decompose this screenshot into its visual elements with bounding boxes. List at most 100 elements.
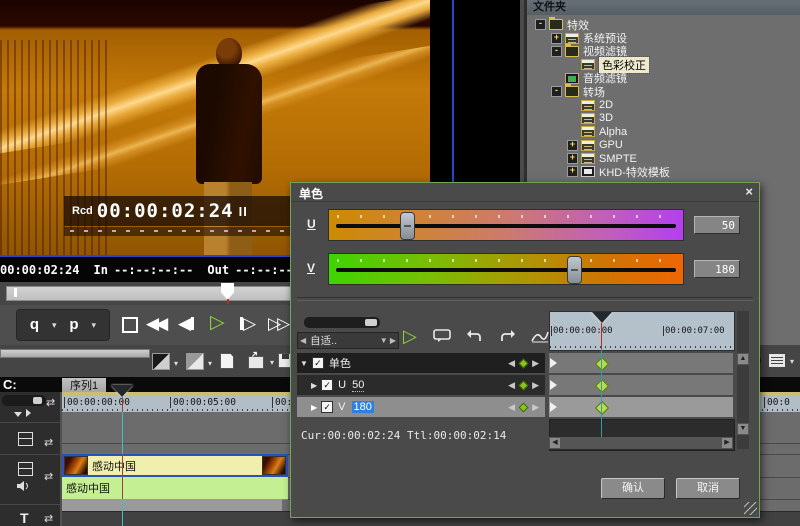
set-in-point-button[interactable]: q — [30, 310, 39, 340]
add-keyframe-icon[interactable] — [519, 358, 529, 368]
next-keyframe-icon[interactable]: ▶ — [532, 402, 539, 413]
curve-editor-icon[interactable] — [531, 330, 549, 343]
kf-vertical-scrollbar[interactable]: ▲ ▼ — [737, 311, 749, 449]
rewind-button[interactable]: ◀◀ — [146, 309, 164, 339]
keyframe-ruler[interactable]: 00:00:00:00 00:00:07:00 — [549, 311, 735, 351]
row-checkbox[interactable]: ✓ — [321, 401, 333, 413]
expand-icon[interactable]: + — [567, 153, 578, 164]
collapse-icon[interactable]: - — [551, 46, 562, 57]
confirm-button[interactable]: 确认 — [601, 478, 665, 499]
expand-icon[interactable]: + — [567, 166, 578, 177]
tree-item-effects[interactable]: - 特效 — [527, 18, 800, 31]
scroll-up-icon[interactable]: ▲ — [737, 353, 749, 365]
preset-dropdown[interactable]: ◀ 自适.. ▼ ▶ — [297, 332, 399, 349]
step-back-button[interactable]: ◀ — [178, 309, 194, 339]
prev-keyframe-icon[interactable]: ◀ — [508, 402, 515, 413]
close-icon[interactable]: × — [745, 184, 753, 199]
video-track-icon[interactable] — [18, 432, 33, 446]
expand-icon[interactable]: + — [567, 140, 578, 151]
row-expand-icon[interactable]: ▶ — [311, 403, 317, 412]
tree-item-2d[interactable]: 2D — [527, 98, 800, 111]
title-track-icon[interactable]: T — [20, 510, 29, 526]
undo-icon[interactable] — [467, 330, 483, 343]
timeline-playhead-handle[interactable] — [111, 385, 133, 397]
add-keyframe-icon[interactable] — [519, 402, 529, 412]
fast-forward-button[interactable]: ▷▷ — [268, 309, 286, 339]
timeline-zoom-slider[interactable] — [2, 395, 46, 406]
tree-item-gpu[interactable]: + GPU — [527, 139, 800, 152]
tree-item-3d[interactable]: 3D — [527, 112, 800, 125]
u-value-field[interactable]: 50 — [694, 216, 740, 234]
step-forward-button[interactable]: ▷ — [240, 309, 256, 339]
prev-keyframe-icon[interactable]: ◀ — [508, 380, 515, 391]
expand-tracks-icon[interactable] — [14, 408, 31, 420]
dialog-title-bar[interactable]: 单色 × — [291, 183, 759, 202]
u-slider-thumb[interactable] — [400, 212, 415, 240]
kf-track-monochrome[interactable] — [549, 353, 733, 373]
keyframe-diamond[interactable] — [595, 401, 609, 415]
tree-item-transitions[interactable]: - 转场 — [527, 85, 800, 98]
keyframe-diamond[interactable] — [595, 379, 609, 393]
keyframe-row-u[interactable]: ▶ ✓ U 50 ◀ ▶ — [297, 375, 545, 395]
u-gradient-slider[interactable] — [328, 209, 684, 241]
next-keyframe-icon[interactable]: ▶ — [532, 380, 539, 391]
next-keyframe-icon[interactable]: ▶ — [532, 358, 539, 369]
stop-button[interactable] — [122, 317, 138, 333]
row-value-selected[interactable]: 180 — [352, 401, 374, 413]
video-clip[interactable]: 感动中国 — [62, 454, 288, 477]
snap-magnet-icon[interactable]: C: — [3, 377, 17, 392]
kf-playhead-handle[interactable] — [592, 312, 612, 323]
swap-arrows-icon[interactable]: ⇄ — [44, 436, 53, 449]
keyframe-zoom-slider[interactable] — [304, 317, 380, 328]
new-sequence-icon[interactable]: ▾ — [220, 353, 234, 369]
out-point-dropdown-icon[interactable]: ▾ — [92, 320, 97, 331]
dialog-resize-grip[interactable] — [744, 502, 757, 515]
video-track-icon[interactable] — [18, 462, 33, 476]
row-collapse-icon[interactable]: ▼ — [300, 359, 308, 368]
panel-splitter[interactable] — [0, 349, 150, 358]
row-expand-icon[interactable]: ▶ — [311, 381, 317, 390]
v-gradient-slider[interactable] — [328, 253, 684, 285]
play-button[interactable]: ▷ — [210, 308, 225, 338]
audio-clip[interactable]: 感动中国 — [62, 477, 288, 500]
keyframe-row-v[interactable]: ▶ ✓ V 180 ◀ ▶ — [297, 397, 545, 417]
speaker-icon[interactable] — [16, 480, 30, 492]
row-value[interactable]: 50 — [352, 379, 364, 392]
redo-icon[interactable] — [499, 330, 515, 343]
mixer-mode-icon[interactable]: ▾ — [152, 353, 170, 370]
tree-item-system-presets[interactable]: + 系统预设 — [527, 31, 800, 44]
expand-icon[interactable]: + — [551, 33, 562, 44]
tree-item-audio-filters[interactable]: 音频滤镜 — [527, 72, 800, 85]
collapse-icon[interactable]: - — [535, 19, 546, 30]
comment-bubble-icon[interactable] — [433, 329, 451, 343]
tree-item-video-filters[interactable]: - 视频滤镜 — [527, 45, 800, 58]
cancel-button[interactable]: 取消 — [676, 478, 740, 499]
swap-arrows-icon[interactable]: ⇄ — [46, 396, 55, 409]
row-checkbox[interactable]: ✓ — [321, 379, 333, 391]
collapse-icon[interactable]: - — [551, 86, 562, 97]
add-keyframe-icon[interactable] — [519, 380, 529, 390]
v-value-field[interactable]: 180 — [694, 260, 740, 278]
overlay-mode-icon[interactable]: ▾ — [186, 353, 204, 370]
swap-arrows-icon[interactable]: ⇄ — [44, 470, 53, 483]
set-out-point-button[interactable]: p — [69, 310, 78, 340]
kf-track-v[interactable] — [549, 397, 733, 417]
bin-view-icon[interactable]: ▾ — [768, 353, 786, 368]
keyframe-row-monochrome[interactable]: ▼ ✓ 单色 ◀ ▶ — [297, 353, 545, 373]
v-slider-thumb[interactable] — [567, 256, 582, 284]
swap-arrows-icon[interactable]: ⇄ — [44, 512, 53, 525]
tree-item-khd-templates[interactable]: + KHD-特效模板 — [527, 165, 800, 178]
export-icon[interactable]: ▾ — [248, 356, 264, 369]
scroll-left-icon[interactable]: ◀ — [549, 437, 561, 449]
tree-item-color-correction[interactable]: 色彩校正 — [527, 58, 800, 71]
prev-keyframe-icon[interactable]: ◀ — [508, 358, 515, 369]
scroll-down-icon[interactable]: ▼ — [737, 423, 749, 435]
play-effect-icon[interactable]: ▷ — [403, 327, 417, 345]
tree-item-alpha[interactable]: Alpha — [527, 125, 800, 138]
kf-horizontal-scrollbar[interactable]: ◀ ▶ — [549, 437, 733, 449]
kf-track-u[interactable] — [549, 375, 733, 395]
keyframe-diamond[interactable] — [595, 357, 609, 371]
in-point-dropdown-icon[interactable]: ▾ — [52, 320, 57, 331]
row-checkbox[interactable]: ✓ — [312, 357, 324, 369]
scroll-right-icon[interactable]: ▶ — [721, 437, 733, 449]
